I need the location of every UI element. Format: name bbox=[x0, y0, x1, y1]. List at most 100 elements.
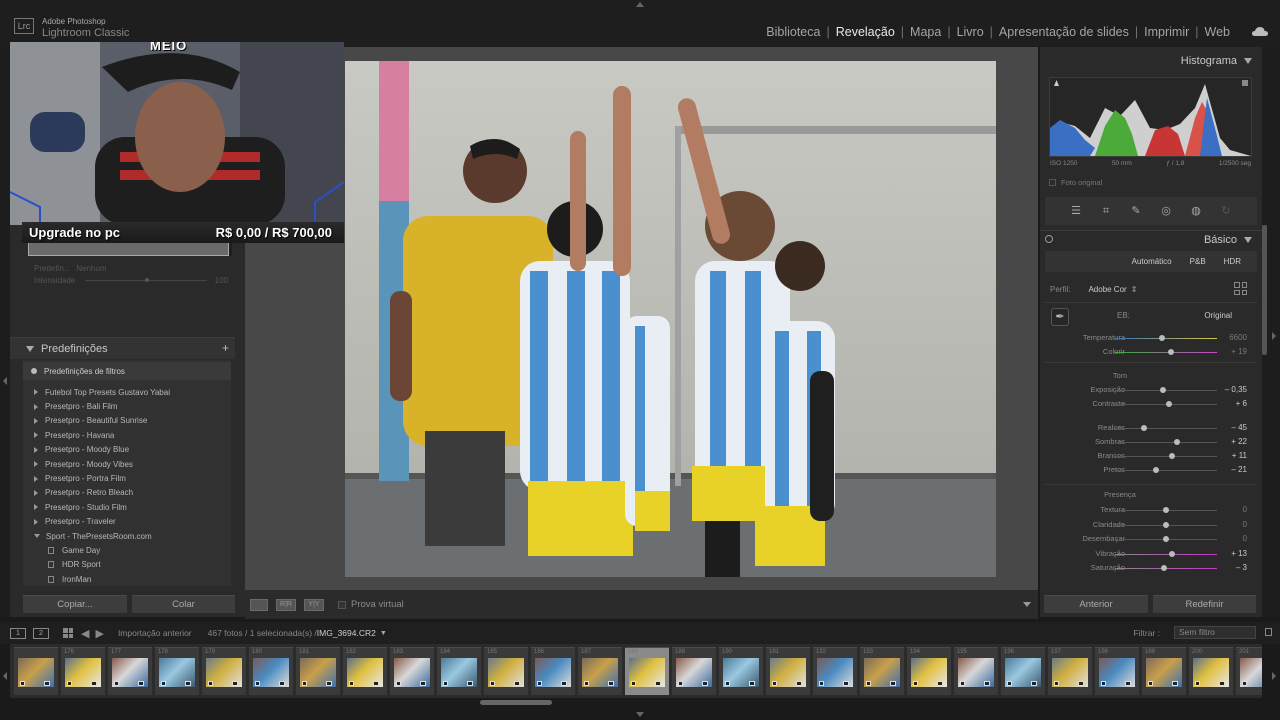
profile-browser-icon[interactable] bbox=[1234, 282, 1247, 295]
preset-group[interactable]: Presetpro - Moody Blue bbox=[34, 443, 229, 457]
original-photo-toggle[interactable]: Foto original bbox=[1049, 178, 1102, 187]
filmstrip-frame[interactable]: 196 bbox=[1001, 647, 1045, 695]
collapse-left-arrow-icon[interactable] bbox=[3, 377, 7, 385]
source-label[interactable]: Importação anterior bbox=[118, 628, 192, 638]
slider-value[interactable]: 0 bbox=[1243, 505, 1247, 514]
presets-icon[interactable]: ↻ bbox=[1219, 204, 1233, 218]
module-6[interactable]: Web bbox=[1199, 25, 1236, 39]
preset-group[interactable]: Presetpro - Studio Film bbox=[34, 500, 229, 514]
slider-knob[interactable] bbox=[1140, 425, 1147, 431]
basic-panel-header[interactable]: Básico bbox=[1040, 230, 1262, 248]
slider-value[interactable]: 0 bbox=[1243, 520, 1247, 529]
filmstrip-frame[interactable]: 178 bbox=[155, 647, 199, 695]
slider-value[interactable]: – 21 bbox=[1231, 465, 1247, 474]
paste-button[interactable]: Colar bbox=[132, 595, 235, 613]
slider-value[interactable]: – 45 bbox=[1231, 423, 1247, 432]
filename-dropdown-icon[interactable]: ▼ bbox=[380, 630, 387, 637]
before-after-lr-button[interactable]: R|R bbox=[276, 598, 296, 611]
preset-filter-row[interactable]: Predefinições de filtros bbox=[23, 362, 231, 380]
profile-select[interactable]: Adobe Cor bbox=[1088, 285, 1126, 294]
slider-track[interactable] bbox=[1115, 338, 1217, 339]
filmstrip-frame[interactable]: 190 bbox=[719, 647, 763, 695]
masking-icon[interactable]: ◍ bbox=[1189, 204, 1203, 218]
slider-knob[interactable] bbox=[1166, 401, 1173, 407]
slider-value[interactable]: 0 bbox=[1243, 534, 1247, 543]
second-window-button[interactable]: 2 bbox=[33, 627, 49, 639]
filmstrip-frame[interactable]: 186 bbox=[531, 647, 575, 695]
slider-tone2-3[interactable]: Pretos– 21 bbox=[1045, 463, 1257, 477]
treatment-2[interactable]: HDR bbox=[1224, 257, 1241, 266]
slider-knob[interactable] bbox=[1160, 565, 1167, 571]
preset-group-expanded[interactable]: Sport - ThePresetsRoom.com bbox=[34, 529, 229, 543]
filmstrip-frame[interactable]: 195 bbox=[954, 647, 998, 695]
slider-tone-0[interactable]: Exposição – 0,35 bbox=[1045, 383, 1257, 397]
healing-icon[interactable]: ✎ bbox=[1129, 204, 1143, 218]
module-1[interactable]: Revelação bbox=[830, 25, 901, 39]
main-window-button[interactable]: 1 bbox=[10, 627, 26, 639]
slider-track[interactable] bbox=[1115, 352, 1217, 353]
module-5[interactable]: Imprimir bbox=[1138, 25, 1195, 39]
module-2[interactable]: Mapa bbox=[904, 25, 947, 39]
filmstrip-left-arrow-icon[interactable] bbox=[3, 672, 7, 680]
slider-value[interactable]: + 19 bbox=[1231, 347, 1247, 356]
slider-presence-3[interactable]: Vibração + 13 bbox=[1045, 547, 1257, 561]
filmstrip-frame[interactable]: 200 bbox=[1189, 647, 1233, 695]
intensity-knob[interactable] bbox=[145, 277, 150, 282]
preset-group[interactable]: Presetpro - Beautiful Sunrise bbox=[34, 414, 229, 428]
before-after-tb-button[interactable]: Y|Y bbox=[304, 598, 324, 611]
preset-group[interactable]: Futebol Top Presets Gustavo Yabai bbox=[34, 385, 229, 399]
filmstrip-frame[interactable]: 197 bbox=[1048, 647, 1092, 695]
preset-group[interactable]: Presetpro - Havana bbox=[34, 428, 229, 442]
slider-wb-1[interactable]: Colorir + 19 bbox=[1045, 345, 1257, 359]
module-4[interactable]: Apresentação de slides bbox=[993, 25, 1135, 39]
filmstrip-frame[interactable]: 192 bbox=[813, 647, 857, 695]
filmstrip-right-arrow-icon[interactable] bbox=[1272, 672, 1276, 680]
slider-knob[interactable] bbox=[1169, 453, 1176, 459]
slider-knob[interactable] bbox=[1158, 335, 1165, 341]
slider-knob[interactable] bbox=[1174, 439, 1181, 445]
preset-item[interactable]: IronMan bbox=[34, 572, 229, 586]
original-photo-checkbox[interactable] bbox=[1049, 179, 1056, 186]
filmstrip-frame[interactable]: 177 bbox=[108, 647, 152, 695]
slider-value[interactable]: + 6 bbox=[1236, 399, 1247, 408]
treatment-0[interactable]: Automático bbox=[1132, 257, 1172, 266]
left-panel-edge[interactable] bbox=[0, 47, 10, 617]
filmstrip-frame[interactable]: 188 bbox=[625, 647, 669, 695]
panel-visibility-icon[interactable] bbox=[1045, 235, 1053, 243]
collapse-top-arrow-icon[interactable] bbox=[636, 2, 644, 7]
slider-knob[interactable] bbox=[1163, 536, 1169, 542]
intensity-slider[interactable] bbox=[85, 277, 207, 282]
forward-arrow-icon[interactable]: ▶ bbox=[95, 627, 103, 640]
slider-track[interactable] bbox=[1115, 470, 1217, 471]
preset-group[interactable]: Presetpro - Portra Film bbox=[34, 471, 229, 485]
filmstrip-frame[interactable]: 176 bbox=[61, 647, 105, 695]
histogram[interactable] bbox=[1049, 77, 1252, 157]
slider-wb-0[interactable]: Temperatura 6600 bbox=[1045, 331, 1257, 345]
previous-button[interactable]: Anterior bbox=[1044, 595, 1148, 613]
red-eye-icon[interactable]: ◎ bbox=[1159, 204, 1173, 218]
loupe-view-button[interactable] bbox=[250, 598, 268, 611]
grid-view-icon[interactable] bbox=[63, 628, 73, 638]
filmstrip-frame[interactable]: 182 bbox=[343, 647, 387, 695]
white-balance-picker-icon[interactable]: ✒ bbox=[1051, 308, 1069, 326]
filmstrip-frame[interactable]: 199 bbox=[1142, 647, 1186, 695]
slider-track[interactable] bbox=[1115, 456, 1217, 457]
module-3[interactable]: Livro bbox=[951, 25, 990, 39]
collapse-right-arrow-icon[interactable] bbox=[1272, 332, 1276, 340]
slider-presence-4[interactable]: Saturação – 3 bbox=[1045, 561, 1257, 575]
slider-knob[interactable] bbox=[1163, 521, 1169, 528]
cloud-icon[interactable] bbox=[1252, 27, 1268, 37]
slider-knob[interactable] bbox=[1159, 387, 1166, 393]
slider-knob[interactable] bbox=[1168, 349, 1175, 355]
preset-item[interactable]: HDR Sport bbox=[34, 558, 229, 572]
slider-presence-2[interactable]: Desembaçar 0 bbox=[1045, 532, 1257, 546]
preset-group[interactable]: Presetpro - Retro Bleach bbox=[34, 486, 229, 500]
collapse-bottom-arrow-icon[interactable] bbox=[636, 712, 644, 717]
slider-value[interactable]: + 13 bbox=[1231, 549, 1247, 558]
slider-value[interactable]: – 0,35 bbox=[1225, 385, 1247, 394]
filmstrip-frame[interactable]: 183 bbox=[390, 647, 434, 695]
filmstrip-frame[interactable]: 198 bbox=[1095, 647, 1139, 695]
filmstrip-frame[interactable] bbox=[14, 647, 58, 695]
preset-group[interactable]: Presetpro - Bali Film bbox=[34, 399, 229, 413]
wb-select[interactable]: Original bbox=[1204, 311, 1232, 320]
